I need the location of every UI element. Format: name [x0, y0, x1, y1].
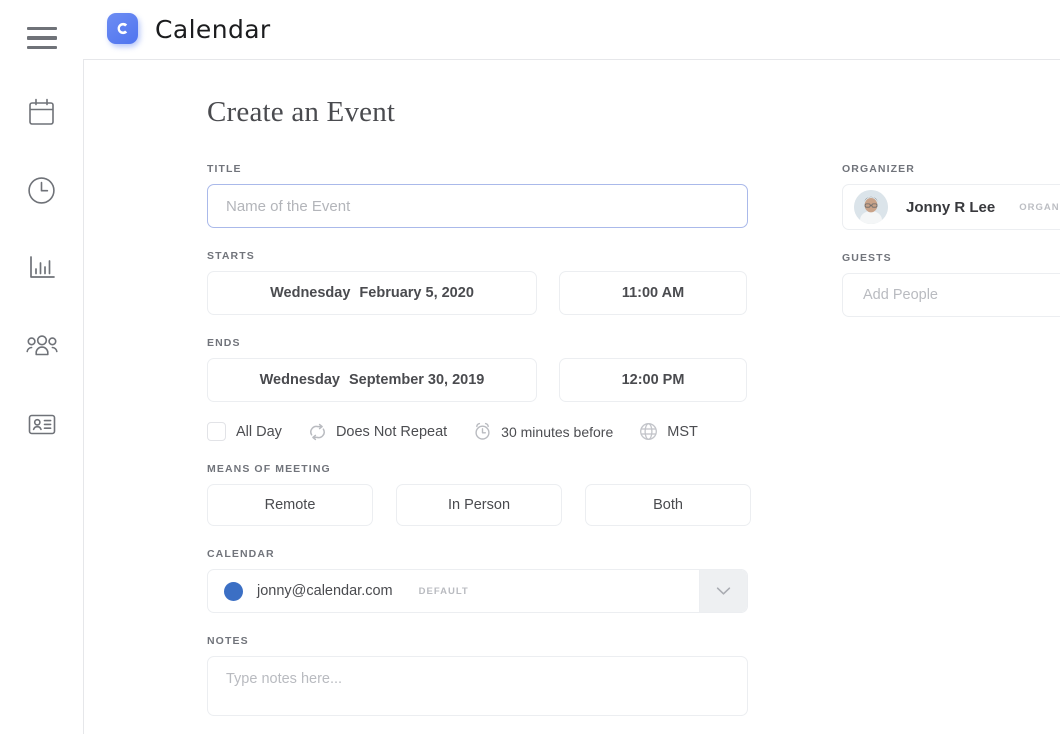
repeat-option[interactable]: Does Not Repeat — [308, 422, 447, 441]
ends-row: Wednesday September 30, 2019 12:00 PM — [207, 358, 752, 402]
globe-icon — [639, 422, 658, 441]
bar-chart-icon — [28, 255, 56, 281]
page-title: Create an Event — [207, 96, 1060, 129]
starts-time-button[interactable]: 11:00 AM — [559, 271, 747, 315]
form-columns: TITLE STARTS Wednesday February 5, 2020 … — [207, 163, 1060, 716]
means-option-in-person[interactable]: In Person — [396, 484, 562, 526]
brand-logo[interactable]: Calendar — [107, 13, 271, 47]
starts-date: February 5, 2020 — [359, 285, 473, 301]
repeat-label: Does Not Repeat — [336, 424, 447, 440]
guests-label: GUESTS — [842, 252, 1060, 264]
calendar-email: jonny@calendar.com — [257, 583, 393, 599]
sidebar-item-people[interactable] — [19, 323, 65, 369]
means-option-both[interactable]: Both — [585, 484, 751, 526]
top-bar: Calendar — [83, 0, 1060, 60]
hamburger-bar — [27, 36, 57, 39]
logo-c-glyph — [114, 20, 131, 37]
calendar-color-dot — [224, 582, 243, 601]
all-day-option[interactable]: All Day — [207, 422, 282, 441]
notes-label: NOTES — [207, 635, 752, 647]
contact-card-icon — [28, 413, 56, 436]
left-column: TITLE STARTS Wednesday February 5, 2020 … — [207, 163, 752, 716]
sidebar-item-contacts[interactable] — [19, 401, 65, 447]
organizer-badge: ORGANIZER — [1019, 202, 1060, 213]
calendar-label: CALENDAR — [207, 548, 752, 560]
sidebar-nav — [19, 89, 65, 479]
means-option-remote[interactable]: Remote — [207, 484, 373, 526]
hamburger-bar — [27, 46, 57, 49]
starts-date-button[interactable]: Wednesday February 5, 2020 — [207, 271, 537, 315]
hamburger-menu-icon[interactable] — [27, 27, 57, 49]
calendar-icon — [28, 98, 55, 126]
title-label: TITLE — [207, 163, 752, 175]
event-options-row: All Day Does Not Re — [207, 422, 752, 441]
organizer-label: ORGANIZER — [842, 163, 1060, 175]
all-day-checkbox[interactable] — [207, 422, 226, 441]
timezone-label: MST — [667, 424, 698, 440]
sidebar — [0, 0, 83, 734]
calendar-logo-icon — [107, 13, 141, 47]
logo-square — [107, 13, 138, 44]
sidebar-item-calendar[interactable] — [19, 89, 65, 135]
ends-date-button[interactable]: Wednesday September 30, 2019 — [207, 358, 537, 402]
brand-name: Calendar — [155, 15, 271, 44]
chevron-down-icon[interactable] — [699, 570, 747, 612]
notes-input[interactable]: Type notes here... — [207, 656, 748, 716]
right-column: ORGANIZER — [752, 163, 1060, 716]
all-day-label: All Day — [236, 424, 282, 440]
starts-row: Wednesday February 5, 2020 11:00 AM — [207, 271, 752, 315]
organizer-name: Jonny R Lee — [906, 199, 995, 216]
guests-input[interactable]: Add People — [842, 273, 1060, 317]
clock-icon — [27, 176, 56, 205]
people-group-icon — [26, 334, 58, 358]
calendar-select[interactable]: jonny@calendar.com DEFAULT — [207, 569, 748, 613]
ends-day: Wednesday — [260, 372, 340, 388]
sidebar-item-analytics[interactable] — [19, 245, 65, 291]
ends-label: ENDS — [207, 337, 752, 349]
starts-day: Wednesday — [270, 285, 350, 301]
main-area: Calendar Create an Event TITLE STARTS We… — [83, 0, 1060, 734]
repeat-icon — [308, 422, 327, 441]
app-root: Calendar Create an Event TITLE STARTS We… — [0, 0, 1060, 734]
means-of-meeting-row: Remote In Person Both — [207, 484, 752, 526]
timezone-option[interactable]: MST — [639, 422, 698, 441]
reminder-label: 30 minutes before — [501, 424, 613, 440]
calendar-default-badge: DEFAULT — [419, 586, 469, 597]
organizer-row[interactable]: Jonny R Lee ORGANIZER — [842, 184, 1060, 230]
title-input[interactable] — [207, 184, 748, 228]
sidebar-item-clock[interactable] — [19, 167, 65, 213]
reminder-option[interactable]: 30 minutes before — [473, 422, 613, 441]
alarm-clock-icon — [473, 422, 492, 441]
content-area: Create an Event TITLE STARTS Wednesday F… — [83, 60, 1060, 734]
sidebar-divider — [83, 60, 84, 734]
ends-time-button[interactable]: 12:00 PM — [559, 358, 747, 402]
hamburger-bar — [27, 27, 57, 30]
ends-date: September 30, 2019 — [349, 372, 484, 388]
means-of-meeting-label: MEANS OF MEETING — [207, 463, 752, 475]
avatar — [854, 190, 888, 224]
starts-label: STARTS — [207, 250, 752, 262]
